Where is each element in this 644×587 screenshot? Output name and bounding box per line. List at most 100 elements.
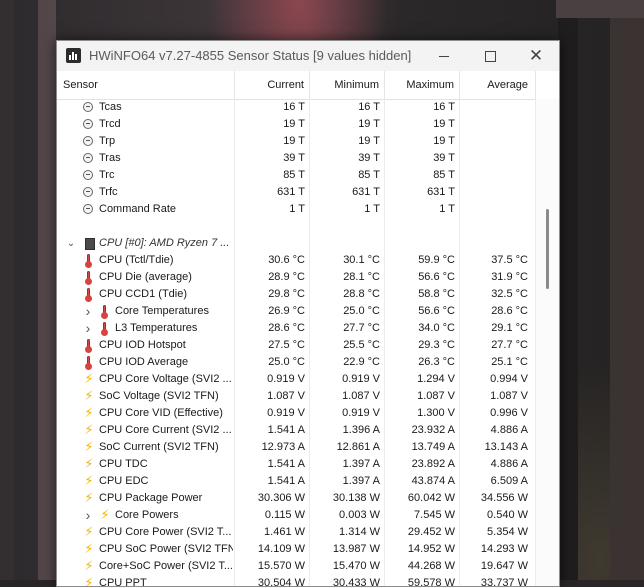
average-value-cell: 33.737 W: [480, 577, 528, 586]
lightning-bolt-icon: ⚡: [84, 575, 94, 586]
sensor-row[interactable]: ⚡ SoC Current (SVI2 TFN) 12.973 A 12.861 A 1…: [57, 439, 535, 456]
average-value-cell: [460, 150, 528, 167]
sensor-label: Trc: [99, 169, 115, 181]
sensor-row[interactable]: CPU (Tctl/Tdie) 30.6 °C 30.1 °C 59.9 °C 37.5…: [57, 252, 535, 269]
vertical-scrollbar[interactable]: [536, 99, 559, 586]
sensor-row[interactable]: CPU IOD Average 25.0 °C 22.9 °C 26.3 °C 25.1…: [57, 354, 535, 371]
average-value-cell: [460, 167, 528, 184]
average-value-cell: 4.886 A: [490, 458, 528, 470]
minimize-button[interactable]: [421, 41, 467, 71]
current-value-cell: 19 T: [283, 135, 305, 147]
column-header-average[interactable]: Average: [460, 71, 536, 99]
scrollbar-thumb[interactable]: [546, 209, 549, 289]
sensor-row[interactable]: ⚡ Core+SoC Power (SVI2 T... 15.570 W 15.470…: [57, 558, 535, 575]
maximum-value-cell: 56.6 °C: [418, 271, 455, 283]
sensor-row[interactable]: ⚡ CPU PPT 30.504 W 30.433 W 59.578 W 33.737 W: [57, 575, 535, 586]
sensor-row[interactable]: Tras 39 T 39 T 39 T: [57, 150, 535, 167]
sensor-row[interactable]: CPU Die (average) 28.9 °C 28.1 °C 56.6 °C 31…: [57, 269, 535, 286]
minimum-value-cell: 0.919 V: [342, 373, 380, 385]
current-value-cell: 1 T: [289, 203, 305, 215]
current-value-cell: 39 T: [283, 152, 305, 164]
sensor-row[interactable]: CPU IOD Hotspot 27.5 °C 25.5 °C 29.3 °C 27.7…: [57, 337, 535, 354]
current-value-cell: 14.109 W: [257, 543, 305, 555]
column-header-current[interactable]: Current: [235, 71, 310, 99]
column-header-sensor[interactable]: Sensor: [57, 71, 235, 99]
average-value-cell: [460, 184, 528, 201]
sensor-label: CPU TDC: [99, 458, 148, 470]
sensor-row[interactable]: ⚡ CPU Core Voltage (SVI2 ... 0.919 V 0.919 …: [57, 371, 535, 388]
minimum-value-cell: 1.397 A: [342, 458, 380, 470]
maximize-button[interactable]: [467, 41, 513, 71]
sensor-name-cell: ⚡ Core+SoC Power (SVI2 T...: [57, 558, 233, 575]
minimum-value-cell: 631 T: [352, 186, 380, 198]
current-value-cell: 16 T: [283, 101, 305, 113]
sensor-name-cell: › L3 Temperatures: [57, 320, 233, 337]
sensor-name-cell: ⚡ CPU Package Power: [57, 490, 233, 507]
sensor-label: CPU IOD Average: [99, 356, 189, 368]
sensor-group-row[interactable]: ⌄ CPU [#0]: AMD Ryzen 7 ...: [57, 235, 535, 252]
sensor-label: CPU Core Power (SVI2 T...: [99, 526, 232, 538]
sensor-name-cell: Command Rate: [57, 201, 233, 218]
sensor-row[interactable]: Trfc 631 T 631 T 631 T: [57, 184, 535, 201]
thermometer-icon: [85, 271, 92, 285]
sensor-row[interactable]: ⚡ CPU Package Power 30.306 W 30.138 W 60.042…: [57, 490, 535, 507]
column-header-maximum[interactable]: Maximum: [385, 71, 460, 99]
column-header-minimum[interactable]: Minimum: [310, 71, 385, 99]
sensor-row[interactable]: Trcd 19 T 19 T 19 T: [57, 116, 535, 133]
sensor-label: Command Rate: [99, 203, 177, 215]
lightning-bolt-icon: ⚡: [100, 507, 110, 522]
current-value-cell: 1.087 V: [267, 390, 305, 402]
maximum-value-cell: [385, 218, 455, 235]
sensor-row[interactable]: › L3 Temperatures 28.6 °C 27.7 °C 34.0 °C 29.…: [57, 320, 535, 337]
sensor-row[interactable]: Trc 85 T 85 T 85 T: [57, 167, 535, 184]
sensor-label: Core+SoC Power (SVI2 T...: [99, 560, 233, 572]
average-value-cell: [460, 133, 528, 150]
current-value-cell: 30.6 °C: [268, 254, 305, 266]
sensor-name-cell: ⚡ SoC Current (SVI2 TFN): [57, 439, 233, 456]
sensor-row[interactable]: ⚡ CPU Core Power (SVI2 T... 1.461 W 1.314 W…: [57, 524, 535, 541]
sensor-row[interactable]: ⚡ CPU TDC 1.541 A 1.397 A 23.892 A 4.886 A: [57, 456, 535, 473]
current-value-cell: 19 T: [283, 118, 305, 130]
sensor-row[interactable]: ⚡ CPU SoC Power (SVI2 TFN) 14.109 W 13.987 …: [57, 541, 535, 558]
current-value-cell: [235, 235, 305, 252]
current-value-cell: 631 T: [277, 186, 305, 198]
sensor-name-cell: › ⚡ Core Powers: [57, 507, 233, 524]
expand-chevron-icon[interactable]: ›: [83, 303, 93, 320]
average-value-cell: 29.1 °C: [491, 322, 528, 334]
sensor-row[interactable]: ⚡ SoC Voltage (SVI2 TFN) 1.087 V 1.087 V 1.0…: [57, 388, 535, 405]
expand-chevron-icon[interactable]: ›: [83, 320, 93, 337]
sensor-label: Core Temperatures: [115, 305, 209, 317]
sensor-row[interactable]: › ⚡ Core Powers 0.115 W 0.003 W 7.545 W 0.540 …: [57, 507, 535, 524]
sensor-name-cell: Trc: [57, 167, 233, 184]
current-value-cell: 1.541 A: [267, 475, 305, 487]
maximum-value-cell: 59.578 W: [407, 577, 455, 586]
sensor-name-cell: ⚡ CPU Core Power (SVI2 T...: [57, 524, 233, 541]
sensor-row[interactable]: › Core Temperatures 26.9 °C 25.0 °C 56.6 °C 2…: [57, 303, 535, 320]
maximum-value-cell: 19 T: [433, 118, 455, 130]
sensor-row[interactable]: ⚡ CPU Core Current (SVI2 ... 1.541 A 1.396 …: [57, 422, 535, 439]
minimum-value-cell: 13.987 W: [332, 543, 380, 555]
expand-chevron-icon[interactable]: ›: [83, 507, 93, 524]
average-value-cell: 28.6 °C: [491, 305, 528, 317]
sensor-row[interactable]: Trp 19 T 19 T 19 T: [57, 133, 535, 150]
average-value-cell: 27.7 °C: [491, 339, 528, 351]
sensor-row[interactable]: Tcas 16 T 16 T 16 T: [57, 99, 535, 116]
sensor-row[interactable]: CPU CCD1 (Tdie) 29.8 °C 28.8 °C 58.8 °C 32.5…: [57, 286, 535, 303]
sensor-row[interactable]: ⚡ CPU Core VID (Effective) 0.919 V 0.919 V 1…: [57, 405, 535, 422]
average-value-cell: 0.994 V: [490, 373, 528, 385]
sensor-row[interactable]: ⚡ CPU EDC 1.541 A 1.397 A 43.874 A 6.509 A: [57, 473, 535, 490]
current-value-cell: 0.919 V: [267, 373, 305, 385]
close-button[interactable]: ✕: [513, 41, 559, 71]
current-value-cell: 26.9 °C: [268, 305, 305, 317]
average-value-cell: 34.556 W: [480, 492, 528, 504]
minimum-value-cell: 25.0 °C: [343, 305, 380, 317]
average-value-cell: [460, 99, 528, 116]
maximum-value-cell: 7.545 W: [414, 509, 455, 521]
maximum-value-cell: 19 T: [433, 135, 455, 147]
lightning-bolt-icon: ⚡: [84, 422, 94, 437]
sensor-row[interactable]: Command Rate 1 T 1 T 1 T: [57, 201, 535, 218]
current-value-cell: 28.6 °C: [268, 322, 305, 334]
current-value-cell: 1.541 A: [267, 424, 305, 436]
title-bar[interactable]: HWiNFO64 v7.27-4855 Sensor Status [9 val…: [57, 41, 559, 71]
collapse-chevron-icon[interactable]: ⌄: [66, 235, 76, 252]
